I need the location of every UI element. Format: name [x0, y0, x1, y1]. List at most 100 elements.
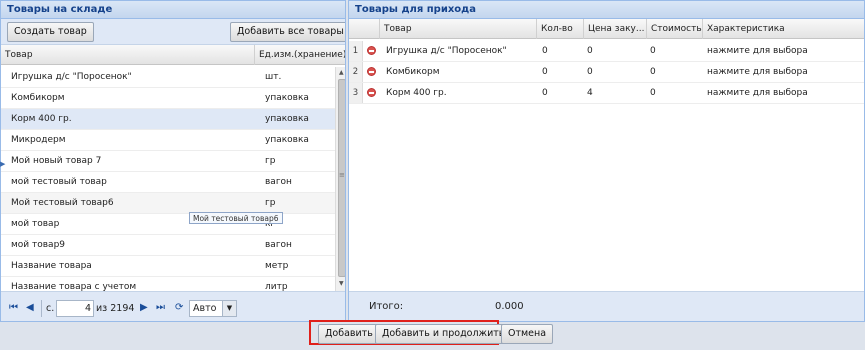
page-input[interactable]: 4 [56, 300, 94, 317]
table-row[interactable]: 3 Корм 400 гр. 0 4 0 нажмите для выбора [349, 83, 864, 104]
table-row[interactable]: Корм 400 гр. упаковка [1, 109, 335, 130]
price-cell[interactable]: 0 [587, 41, 643, 62]
table-row[interactable]: Название товара с учетом литр [1, 277, 335, 291]
table-row[interactable]: мой товар кг [1, 214, 335, 235]
add-and-continue-button[interactable]: Добавить и продолжить [375, 324, 512, 344]
stock-grid-scrollbar[interactable]: ▲ ≡ ▼ [335, 67, 345, 291]
dialog-footer: Добавить Добавить и продолжить Отмена [0, 320, 865, 350]
goods-unit-cell: упаковка [265, 135, 309, 145]
stock-goods-title: Товары на складе [1, 1, 345, 19]
goods-name-cell: Микродерм [11, 135, 66, 145]
scroll-grip-icon: ≡ [339, 171, 345, 179]
goods-name-cell: Корм 400 гр. [11, 114, 72, 124]
price-cell[interactable]: 4 [587, 83, 643, 104]
cost-cell: 0 [650, 88, 656, 98]
totals-bar: Итого: 0.000 [349, 291, 864, 321]
add-all-goods-button[interactable]: Добавить все товары [230, 22, 345, 42]
column-header-unit[interactable]: Ед.изм.(хранение) [255, 45, 345, 65]
column-header-price[interactable]: Цена заку... [584, 19, 647, 39]
incoming-goods-title: Товары для прихода [349, 1, 864, 19]
incoming-goods-panel: Товары для прихода Товар Кол-во Цена зак… [348, 0, 865, 322]
table-row[interactable]: мой товар9 вагон [1, 235, 335, 256]
table-row[interactable]: Мой тестовый товар6 гр [1, 193, 335, 214]
table-row[interactable]: Игрушка д/с "Поросенок" шт. [1, 67, 335, 88]
pager: ⏮ ◀ с. 4 из 2194 ▶ ⏭ ⟳ Авто ▼ [1, 291, 345, 321]
goods-unit-cell: упаковка [265, 114, 309, 124]
goods-unit-cell: упаковка [265, 93, 309, 103]
collapse-handle-icon[interactable]: ▶ [0, 160, 5, 168]
goods-unit-cell: литр [265, 282, 288, 291]
goods-name-cell: Мой новый товар 7 [11, 156, 102, 166]
goods-name-cell: Название товара [11, 261, 92, 271]
remove-row-icon[interactable] [367, 67, 376, 76]
cancel-button[interactable]: Отмена [501, 324, 554, 344]
column-header-goods[interactable]: Товар [1, 45, 255, 65]
remove-row-icon[interactable] [367, 46, 376, 55]
table-row[interactable]: Мой новый товар 7 гр [1, 151, 335, 172]
chevron-down-icon[interactable]: ▼ [222, 301, 236, 316]
scroll-down-icon[interactable]: ▼ [339, 280, 344, 287]
remove-row-icon[interactable] [367, 88, 376, 97]
row-number: 2 [349, 62, 363, 82]
goods-name-cell: Комбикорм [386, 67, 440, 77]
total-label: Итого: [369, 301, 404, 312]
goods-name-cell: мой тестовый товар [11, 177, 107, 187]
goods-name-cell: Название товара с учетом [11, 282, 137, 291]
characteristic-cell[interactable]: нажмите для выбора [707, 83, 857, 104]
goods-name-cell: Игрушка д/с "Поросенок" [386, 46, 507, 56]
page-size-value: Авто [193, 303, 217, 314]
incoming-grid-header: Товар Кол-во Цена заку... Стоимость Хара… [349, 19, 864, 39]
goods-name-cell: Комбикорм [11, 93, 65, 103]
row-number: 1 [349, 41, 363, 61]
table-row[interactable]: 2 Комбикорм 0 0 0 нажмите для выбора [349, 62, 864, 83]
stock-toolbar: Создать товар Добавить все товары [1, 19, 345, 45]
page-size-select[interactable]: Авто ▼ [189, 300, 237, 317]
incoming-grid-body: 1 Игрушка д/с "Поросенок" 0 0 0 нажмите для в… [349, 41, 864, 291]
next-page-icon[interactable]: ▶ [140, 302, 148, 313]
column-header-controls [349, 19, 380, 39]
goods-name-cell: Мой тестовый товар6 [11, 198, 114, 208]
row-number: 3 [349, 83, 363, 103]
page-label: с. [46, 303, 55, 314]
column-header-goods[interactable]: Товар [380, 19, 537, 39]
table-row[interactable]: Микродерм упаковка [1, 130, 335, 151]
characteristic-cell[interactable]: нажмите для выбора [707, 41, 857, 62]
table-row[interactable]: 1 Игрушка д/с "Поросенок" 0 0 0 нажмите для в… [349, 41, 864, 62]
goods-name-cell: мой товар9 [11, 240, 66, 250]
refresh-icon[interactable]: ⟳ [175, 302, 183, 313]
column-header-cost[interactable]: Стоимость [647, 19, 703, 39]
page-count: из 2194 [96, 303, 135, 314]
quantity-cell[interactable]: 0 [542, 62, 582, 83]
goods-name-cell: Игрушка д/с "Поросенок" [11, 72, 132, 82]
goods-unit-cell: шт. [265, 72, 282, 82]
cost-cell: 0 [650, 67, 656, 77]
table-row[interactable]: мой тестовый товар вагон [1, 172, 335, 193]
last-page-icon[interactable]: ⏭ [156, 302, 165, 313]
goods-name-cell: Корм 400 гр. [386, 88, 447, 98]
stock-grid-body: Игрушка д/с "Поросенок" шт. Комбикорм упако… [1, 67, 335, 291]
goods-unit-cell: метр [265, 261, 289, 271]
quantity-cell[interactable]: 0 [542, 83, 582, 104]
pager-separator [41, 300, 42, 317]
stock-goods-panel: Товары на складе Создать товар Добавить … [0, 0, 346, 322]
goods-unit-cell: вагон [265, 240, 292, 250]
goods-unit-cell: вагон [265, 177, 292, 187]
first-page-icon[interactable]: ⏮ [9, 302, 18, 313]
stock-grid-header: Товар Ед.изм.(хранение) [1, 45, 345, 65]
column-header-characteristic[interactable]: Характеристика [703, 19, 864, 39]
row-tooltip: Мой тестовый товар6 [189, 212, 283, 224]
table-row[interactable]: Комбикорм упаковка [1, 88, 335, 109]
add-button[interactable]: Добавить [318, 324, 380, 344]
column-header-quantity[interactable]: Кол-во [537, 19, 584, 39]
price-cell[interactable]: 0 [587, 62, 643, 83]
goods-unit-cell: гр [265, 156, 276, 166]
create-goods-button[interactable]: Создать товар [7, 22, 94, 42]
prev-page-icon[interactable]: ◀ [26, 302, 34, 313]
quantity-cell[interactable]: 0 [542, 41, 582, 62]
goods-unit-cell: гр [265, 198, 276, 208]
characteristic-cell[interactable]: нажмите для выбора [707, 62, 857, 83]
table-row[interactable]: Название товара метр [1, 256, 335, 277]
total-value: 0.000 [495, 301, 524, 312]
cost-cell: 0 [650, 46, 656, 56]
scroll-up-icon[interactable]: ▲ [339, 69, 344, 76]
